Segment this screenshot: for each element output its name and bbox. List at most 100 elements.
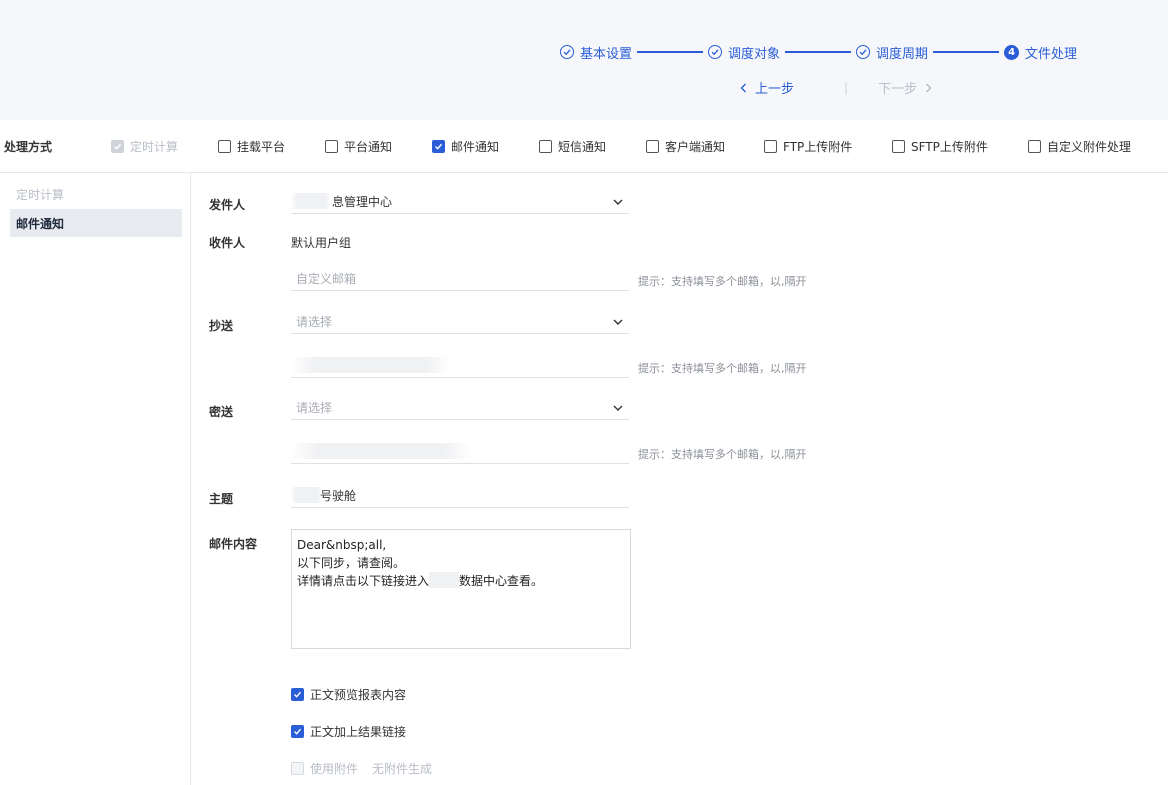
step-schedule-cycle[interactable]: 调度周期 [856,43,928,62]
subject-label: 主题 [209,492,234,506]
content-line-part: 详情请点击以下链接进入 [297,574,430,588]
mode-option-label: 挂载平台 [237,140,286,154]
check-circle-icon [856,45,871,59]
step-number: 4 [1004,44,1020,60]
mode-scheduled-calc[interactable]: 定时计算 [111,138,178,155]
mode-client-notify[interactable]: 客户端通知 [646,138,725,155]
redacted-region [291,487,323,503]
step-label: 调度对象 [728,46,781,62]
sidebar-item-scheduled-calc[interactable]: 定时计算 [10,180,182,208]
checkbox-icon [291,762,304,775]
next-step-button[interactable]: 下一步 [878,78,934,97]
sidebar-item-label: 定时计算 [16,187,65,202]
bcc-placeholder: 请选择 [296,401,333,415]
step-connector [933,51,1000,53]
step-label: 调度周期 [876,46,929,62]
check-circle-icon [708,45,723,59]
chevron-right-icon [926,83,932,92]
mode-option-label: FTP上传附件 [783,140,853,154]
chevron-left-icon [740,83,746,92]
stepper: 基本设置 调度对象 调度周期 4 文件处理 [560,43,1077,62]
email-content-textarea[interactable]: Dear&nbsp;all, 以下同步，请查阅。 详情请点击以下链接进入 数据中心… [291,529,631,649]
chevron-down-icon [613,319,623,325]
custom-email-placeholder: 自定义邮箱 [296,272,357,286]
check-circle-icon [560,45,574,59]
mode-mount-platform[interactable]: 挂载平台 [218,138,285,155]
step-schedule-object[interactable]: 调度对象 [708,43,780,62]
step-label: 基本设置 [580,46,633,62]
mode-option-label: 邮件通知 [451,140,500,154]
cc-placeholder: 请选择 [296,315,333,329]
checkbox-icon [325,140,338,153]
processing-mode-row: 处理方式 定时计算 挂载平台 平台通知 邮件通知 短信通知 客户端通知 FTP上… [0,134,1168,158]
cc-email-hint: 提示：支持填写多个邮箱，以,隔开 [638,362,807,375]
content-line: Dear&nbsp;all, [297,538,387,552]
mode-custom-attachment[interactable]: 自定义附件处理 [1028,138,1131,155]
checkbox-icon [539,140,552,153]
mode-ftp-upload[interactable]: FTP上传附件 [764,138,852,155]
mode-option-label: SFTP上传附件 [911,140,988,154]
cc-select[interactable]: 请选择 [291,310,629,334]
sender-label: 发件人 [209,198,246,212]
option-label: 正文预览报表内容 [310,688,407,702]
content-line-part: 数据中心查看。 [459,574,544,588]
mode-email-notify[interactable]: 邮件通知 [432,138,499,155]
subject-value: 号驶舱 [320,489,357,503]
mode-option-label: 定时计算 [130,140,179,154]
header: 基本设置 调度对象 调度周期 4 文件处理 上一步 | 下一步 [0,0,1168,120]
mode-option-label: 客户端通知 [665,140,726,154]
mode-platform-notify[interactable]: 平台通知 [325,138,392,155]
content-line: 详情请点击以下链接进入 数据中心查看。 [297,572,625,590]
sidebar-item-email-notify[interactable]: 邮件通知 [10,209,182,237]
horizontal-divider [0,172,1168,173]
subject-input[interactable]: 号驶舱 [291,484,629,508]
step-file-processing[interactable]: 4 文件处理 [1004,43,1077,62]
chevron-down-icon [613,199,623,205]
mode-option-label: 自定义附件处理 [1047,140,1132,154]
checkbox-checked-icon [291,725,304,738]
mode-sftp-upload[interactable]: SFTP上传附件 [892,138,988,155]
cc-email-input[interactable] [291,354,629,378]
sender-value: 息管理中心 [332,195,393,209]
checkbox-icon [1028,140,1041,153]
preview-report-option[interactable]: 正文预览报表内容 [291,686,406,703]
email-hint: 提示：支持填写多个邮箱，以,隔开 [638,275,807,288]
vertical-divider [190,173,191,785]
checkbox-icon [892,140,905,153]
checkbox-icon [764,140,777,153]
use-attachment-option[interactable]: 使用附件 无附件生成 [291,760,432,777]
sender-select[interactable]: 息管理中心 [291,190,629,214]
nav-separator: | [844,80,849,95]
chevron-down-icon [613,405,623,411]
mode-sms-notify[interactable]: 短信通知 [539,138,606,155]
option-label: 使用附件 [310,762,359,776]
checkbox-checked-icon [432,140,445,153]
cc-label: 抄送 [209,319,234,333]
redacted-region [291,193,331,209]
redacted-region [429,572,460,588]
no-attachment-note: 无附件生成 [372,762,433,776]
step-navigation: 上一步 | 下一步 [738,78,934,97]
step-basic-settings[interactable]: 基本设置 [560,43,632,62]
result-link-option[interactable]: 正文加上结果链接 [291,723,406,740]
mode-option-label: 短信通知 [558,140,607,154]
prev-step-label: 上一步 [755,82,795,97]
step-connector [785,51,852,53]
checkbox-icon [646,140,659,153]
custom-email-input[interactable]: 自定义邮箱 [291,267,629,291]
bcc-label: 密送 [209,405,234,419]
bcc-email-hint: 提示：支持填写多个邮箱，以,隔开 [638,448,807,461]
step-label: 文件处理 [1025,46,1078,62]
step-connector [637,51,704,53]
prev-step-button[interactable]: 上一步 [738,78,794,97]
processing-mode-label: 处理方式 [4,140,53,154]
option-label: 正文加上结果链接 [310,725,407,739]
recipient-value: 默认用户组 [291,236,352,250]
bcc-select[interactable]: 请选择 [291,396,629,420]
content-line: 以下同步，请查阅。 [297,556,406,570]
checkbox-checked-icon [291,688,304,701]
checkbox-icon [218,140,231,153]
redacted-region [291,443,471,459]
recipient-label: 收件人 [209,236,246,250]
bcc-email-input[interactable] [291,440,629,464]
